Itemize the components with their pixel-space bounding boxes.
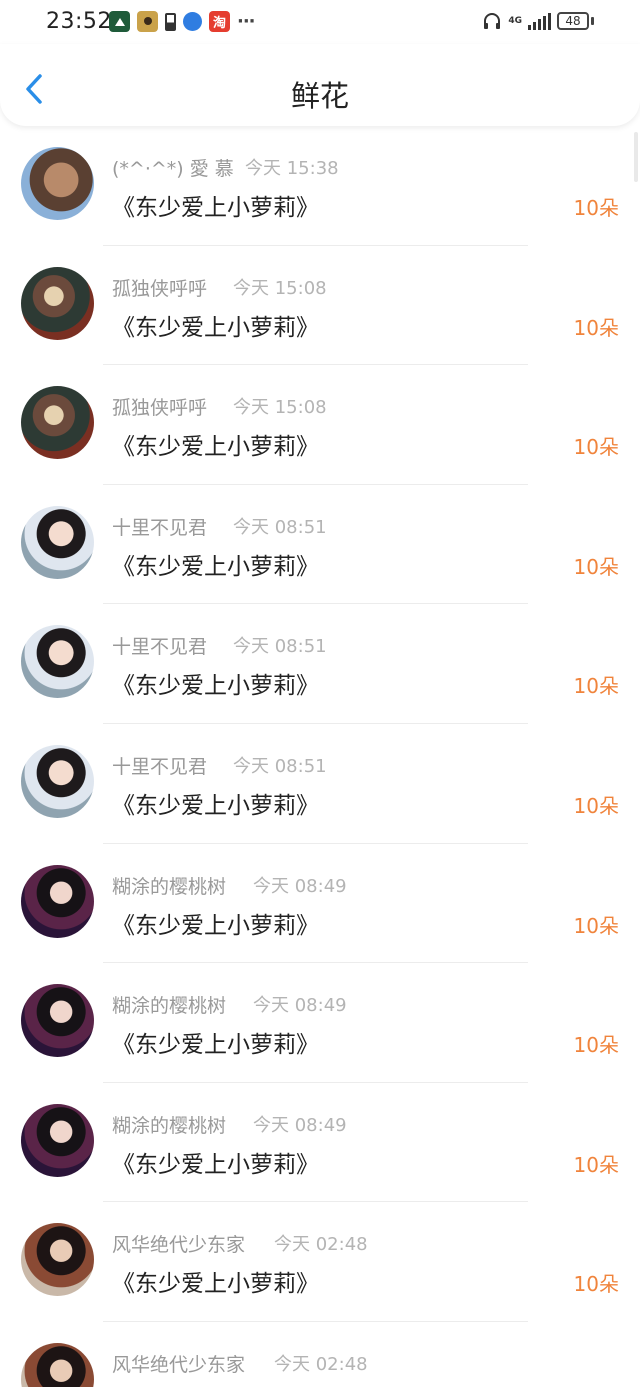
sender-name: 十里不见君	[112, 636, 208, 659]
status-bar: 23:52 淘 ··· 4G 48	[0, 0, 640, 44]
book-title: 《东少爱上小萝莉》	[112, 673, 319, 700]
flower-count: 10朵	[573, 435, 619, 460]
gift-time: 今天 08:49	[253, 1114, 347, 1136]
avatar[interactable]	[21, 625, 94, 699]
gift-time: 今天 15:08	[233, 397, 327, 419]
list-item[interactable]: 糊涂的樱桃树 今天 08:49 《东少爱上小萝莉》 10朵	[0, 963, 640, 1083]
avatar[interactable]	[21, 1342, 94, 1387]
gift-time: 今天 08:49	[253, 875, 347, 897]
avatar[interactable]	[21, 1103, 94, 1177]
notification-icons: 淘 ···	[109, 11, 255, 32]
flower-gift-list: (*^·^*) 愛 慕 今天 15:38 《东少爱上小萝莉》 10朵 孤独侠呼呼…	[0, 126, 640, 1387]
book-title: 《东少爱上小萝莉》	[112, 1032, 319, 1059]
flower-count: 10朵	[573, 554, 619, 579]
sender-name: 孤独侠呼呼	[112, 277, 208, 300]
sender-name: 风华绝代少东家	[112, 1353, 246, 1376]
book-title: 《东少爱上小萝莉》	[112, 1151, 319, 1178]
book-title: 《东少爱上小萝莉》	[112, 434, 319, 461]
book-title: 《东少爱上小萝莉》	[112, 553, 319, 580]
network-type-label: 4G	[508, 15, 522, 26]
flower-count: 10朵	[573, 793, 619, 818]
list-item[interactable]: 糊涂的樱桃树 今天 08:49 《东少爱上小萝莉》 10朵	[0, 1083, 640, 1203]
book-title: 《东少爱上小萝莉》	[112, 314, 319, 341]
list-item[interactable]: 风华绝代少东家 今天 02:48 《东少爱上小萝莉》 10朵	[0, 1202, 640, 1322]
book-title: 《东少爱上小萝莉》	[112, 1271, 319, 1298]
system-icons: 4G 48	[482, 11, 594, 31]
book-title: 《东少爱上小萝莉》	[112, 195, 319, 221]
avatar[interactable]	[21, 386, 94, 460]
book-title: 《东少爱上小萝莉》	[112, 912, 319, 939]
gift-time: 今天 15:08	[233, 277, 327, 299]
more-notifications-icon: ···	[237, 11, 255, 32]
headset-icon	[484, 13, 501, 29]
sender-name: 十里不见君	[112, 755, 208, 778]
avatar[interactable]	[21, 984, 94, 1058]
gift-time: 今天 15:38	[245, 158, 339, 179]
gift-time: 今天 02:48	[274, 1353, 368, 1375]
sender-name: 十里不见君	[112, 516, 208, 539]
list-item[interactable]: 十里不见君 今天 08:51 《东少爱上小萝莉》 10朵	[0, 604, 640, 724]
flower-count: 10朵	[573, 913, 619, 938]
flower-count: 10朵	[573, 315, 619, 340]
gift-time: 今天 08:51	[233, 516, 327, 538]
list-item[interactable]: 风华绝代少东家 今天 02:48	[0, 1322, 640, 1387]
avatar[interactable]	[21, 864, 94, 938]
sender-name: 风华绝代少东家	[112, 1234, 246, 1257]
list-item[interactable]: 十里不见君 今天 08:51 《东少爱上小萝莉》 10朵	[0, 724, 640, 844]
phone-screen: 23:52 淘 ··· 4G 48 鲜花 (*^·^*) 愛 慕 今天 15:3…	[0, 0, 640, 1387]
flower-count: 10朵	[573, 196, 619, 220]
flower-count: 10朵	[573, 1152, 619, 1177]
battery-saver-icon	[165, 12, 176, 31]
signal-strength-icon	[528, 12, 551, 30]
flower-count: 10朵	[573, 1033, 619, 1058]
browser-notification-icon	[183, 12, 202, 31]
list-item[interactable]: 十里不见君 今天 08:51 《东少爱上小萝莉》 10朵	[0, 485, 640, 605]
sender-name: (*^·^*) 愛 慕	[112, 158, 234, 180]
top-app-bar: 鲜花	[0, 44, 640, 126]
book-title: 《东少爱上小萝莉》	[112, 792, 319, 819]
flower-count: 10朵	[573, 1272, 619, 1297]
gift-time: 今天 02:48	[274, 1234, 368, 1256]
gift-time: 今天 08:51	[233, 755, 327, 777]
page-title: 鲜花	[290, 79, 349, 113]
avatar[interactable]	[21, 505, 94, 579]
gift-time: 今天 08:51	[233, 636, 327, 658]
status-time: 23:52	[46, 9, 112, 34]
list-item[interactable]: (*^·^*) 愛 慕 今天 15:38 《东少爱上小萝莉》 10朵	[0, 126, 640, 246]
sender-name: 孤独侠呼呼	[112, 397, 208, 420]
list-item[interactable]: 糊涂的樱桃树 今天 08:49 《东少爱上小萝莉》 10朵	[0, 844, 640, 964]
flower-count: 10朵	[573, 674, 619, 699]
app-notification-icon	[109, 11, 130, 32]
sender-name: 糊涂的樱桃树	[112, 1114, 227, 1137]
battery-icon	[591, 17, 594, 25]
list-item[interactable]: 孤独侠呼呼 今天 15:08 《东少爱上小萝莉》 10朵	[0, 365, 640, 485]
game-notification-icon	[137, 11, 158, 32]
gift-time: 今天 08:49	[253, 995, 347, 1017]
avatar[interactable]	[21, 744, 94, 818]
list-item[interactable]: 孤独侠呼呼 今天 15:08 《东少爱上小萝莉》 10朵	[0, 246, 640, 366]
sender-name: 糊涂的樱桃树	[112, 995, 227, 1018]
taobao-notification-icon: 淘	[209, 11, 230, 32]
battery-level: 48	[557, 12, 589, 30]
avatar[interactable]	[21, 1223, 94, 1297]
avatar[interactable]	[21, 147, 94, 220]
avatar[interactable]	[21, 266, 94, 340]
sender-name: 糊涂的樱桃树	[112, 875, 227, 898]
